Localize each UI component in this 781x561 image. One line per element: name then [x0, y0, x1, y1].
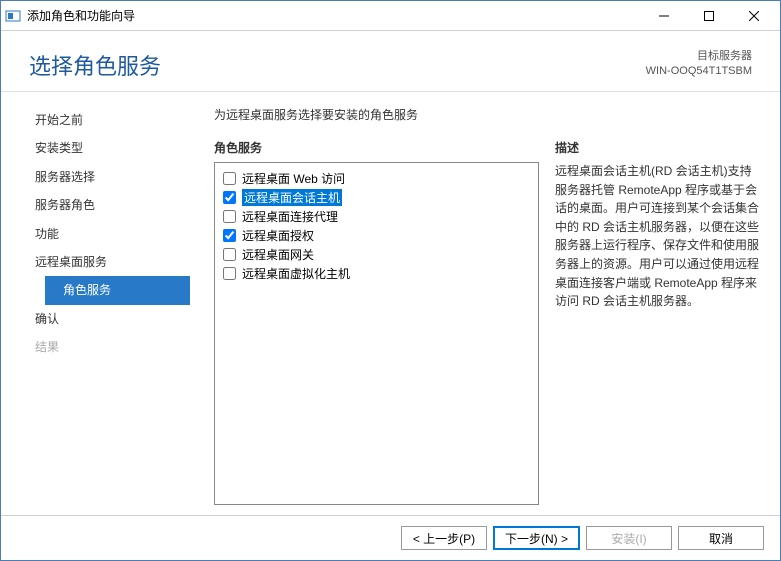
- sidebar-item-install-type[interactable]: 安装类型: [31, 134, 196, 162]
- sidebar-item-features[interactable]: 功能: [31, 220, 196, 248]
- maximize-button[interactable]: [686, 1, 731, 30]
- instruction-text: 为远程桌面服务选择要安装的角色服务: [214, 106, 770, 123]
- minimize-button[interactable]: [641, 1, 686, 30]
- install-button: 安装(I): [586, 526, 672, 550]
- sidebar-item-before-begin[interactable]: 开始之前: [31, 106, 196, 134]
- wizard-window: 添加角色和功能向导 选择角色服务 目标服务器 WIN-OOQ54T1TSBM 开…: [0, 0, 781, 561]
- sidebar-item-remote-desktop[interactable]: 远程桌面服务: [31, 248, 196, 276]
- body: 开始之前 安装类型 服务器选择 服务器角色 功能 远程桌面服务 角色服务 确认 …: [1, 92, 780, 515]
- service-checkbox[interactable]: [223, 191, 236, 204]
- sidebar: 开始之前 安装类型 服务器选择 服务器角色 功能 远程桌面服务 角色服务 确认 …: [1, 92, 196, 515]
- service-checkbox[interactable]: [223, 172, 236, 185]
- window-controls: [641, 1, 776, 30]
- titlebar: 添加角色和功能向导: [1, 1, 780, 31]
- description-label: 描述: [555, 139, 760, 156]
- previous-button[interactable]: < 上一步(P): [401, 526, 487, 550]
- sidebar-item-results: 结果: [31, 333, 196, 361]
- service-label: 远程桌面授权: [242, 227, 314, 244]
- services-listbox[interactable]: 远程桌面 Web 访问 远程桌面会话主机 远程桌面连接代理 远程桌面授: [214, 162, 539, 505]
- description-text: 远程桌面会话主机(RD 会话主机)支持服务器托管 RemoteApp 程序或基于…: [555, 162, 760, 311]
- service-item-virtualization-host[interactable]: 远程桌面虚拟化主机: [219, 264, 534, 283]
- services-label: 角色服务: [214, 139, 539, 156]
- service-label: 远程桌面会话主机: [242, 189, 342, 206]
- window-title: 添加角色和功能向导: [27, 7, 641, 24]
- service-item-web-access[interactable]: 远程桌面 Web 访问: [219, 169, 534, 188]
- sidebar-item-server-roles[interactable]: 服务器角色: [31, 191, 196, 219]
- footer: < 上一步(P) 下一步(N) > 安装(I) 取消: [1, 515, 780, 560]
- sidebar-item-confirm[interactable]: 确认: [31, 305, 196, 333]
- server-label: 目标服务器: [646, 49, 752, 64]
- sidebar-item-role-services[interactable]: 角色服务: [45, 276, 190, 304]
- app-icon: [5, 8, 21, 24]
- service-checkbox[interactable]: [223, 248, 236, 261]
- service-checkbox[interactable]: [223, 267, 236, 280]
- next-button[interactable]: 下一步(N) >: [493, 526, 580, 550]
- close-button[interactable]: [731, 1, 776, 30]
- cancel-button[interactable]: 取消: [678, 526, 764, 550]
- description-column: 描述 远程桌面会话主机(RD 会话主机)支持服务器托管 RemoteApp 程序…: [555, 139, 770, 505]
- service-label: 远程桌面虚拟化主机: [242, 265, 350, 282]
- services-column: 角色服务 远程桌面 Web 访问 远程桌面会话主机 远程桌面连接代理: [214, 139, 539, 505]
- service-checkbox[interactable]: [223, 229, 236, 242]
- content-row: 角色服务 远程桌面 Web 访问 远程桌面会话主机 远程桌面连接代理: [214, 139, 770, 505]
- service-item-gateway[interactable]: 远程桌面网关: [219, 245, 534, 264]
- main-content: 为远程桌面服务选择要安装的角色服务 角色服务 远程桌面 Web 访问 远程桌面会…: [196, 92, 780, 515]
- header: 选择角色服务 目标服务器 WIN-OOQ54T1TSBM: [1, 31, 780, 92]
- target-server-info: 目标服务器 WIN-OOQ54T1TSBM: [646, 49, 752, 80]
- service-checkbox[interactable]: [223, 210, 236, 223]
- service-item-licensing[interactable]: 远程桌面授权: [219, 226, 534, 245]
- service-label: 远程桌面网关: [242, 246, 314, 263]
- service-label: 远程桌面连接代理: [242, 208, 338, 225]
- page-title: 选择角色服务: [29, 49, 161, 81]
- sidebar-item-server-select[interactable]: 服务器选择: [31, 163, 196, 191]
- service-item-connection-broker[interactable]: 远程桌面连接代理: [219, 207, 534, 226]
- service-item-session-host[interactable]: 远程桌面会话主机: [219, 188, 534, 207]
- service-label: 远程桌面 Web 访问: [242, 170, 345, 187]
- server-name: WIN-OOQ54T1TSBM: [646, 64, 752, 79]
